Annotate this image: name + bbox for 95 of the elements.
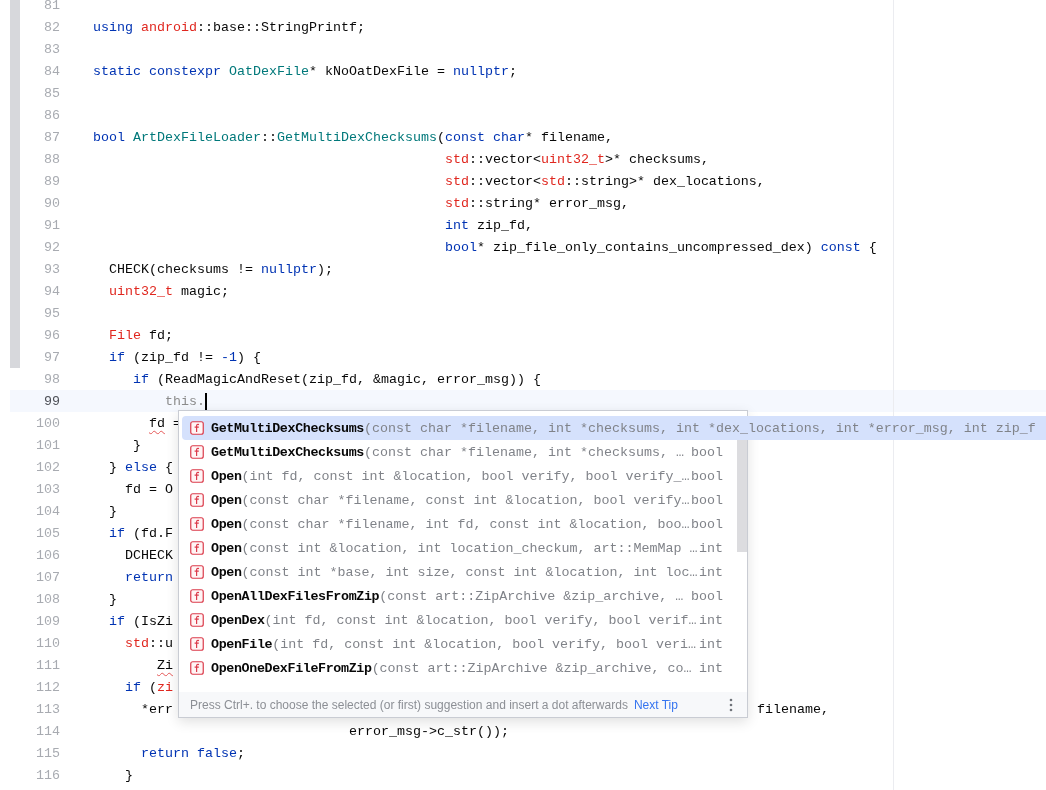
line-number: 88 (43, 151, 60, 167)
function-icon (190, 421, 204, 435)
line-number: 87 (43, 129, 60, 145)
code-line: } (124, 767, 133, 783)
code-line: } (108, 503, 117, 519)
code-line: return (124, 569, 173, 585)
code-line: bool ArtDexFileLoader::GetMultiDexChecksums(const char* filename, (93, 129, 613, 145)
change-marker (10, 0, 20, 16)
line-number: 99 (43, 393, 60, 409)
function-icon (190, 541, 204, 555)
line-number: 110 (35, 635, 60, 651)
line-number: 85 (43, 85, 60, 101)
line-number: 108 (35, 591, 60, 607)
line-number: 105 (35, 525, 60, 541)
code-line: CHECK(checksums != nullptr); (108, 261, 333, 277)
line-number: 81 (43, 0, 60, 13)
code-line: Zi (156, 657, 173, 673)
code-line: *err (140, 701, 173, 717)
code-line: this. (163, 393, 205, 409)
more-icon[interactable] (729, 697, 733, 712)
completion-item[interactable]: GetMultiDexChecksums(const char *filename, int *checksums, … bool (182, 440, 731, 464)
line-number: 96 (43, 327, 60, 343)
code-line: bool* zip_file_only_contains_uncompressed_dex) const { (443, 239, 877, 255)
line-number: 109 (35, 613, 60, 629)
completion-item[interactable]: OpenDex(int fd, const int &location, bool verify, bool verif… int (182, 608, 731, 632)
line-number: 112 (35, 679, 60, 695)
line-number: 103 (35, 481, 60, 497)
line-number: 100 (35, 415, 60, 431)
line-number: 114 (35, 723, 60, 739)
line-number: 113 (35, 701, 60, 717)
completion-item[interactable]: Open(const char *filename, const int &location, bool verify…bool (182, 488, 731, 512)
code-line: std::vector<uint32_t>* checksums, (443, 151, 709, 167)
line-number: 90 (43, 195, 60, 211)
line-number: 101 (35, 437, 60, 453)
line-number: 92 (43, 239, 60, 255)
function-icon (190, 637, 204, 651)
line-number: 83 (43, 41, 60, 57)
code-line: using android::base::StringPrintf; (93, 19, 365, 35)
line-number: 111 (35, 657, 60, 673)
code-line: } else { (108, 459, 173, 475)
line-number: 82 (43, 19, 60, 35)
code-line: std::u (124, 635, 173, 651)
line-number: 95 (43, 305, 60, 321)
code-line: static constexpr OatDexFile* kNoOatDexFile = nullptr; (93, 63, 517, 79)
function-icon (190, 565, 204, 579)
code-line: } (132, 437, 141, 453)
function-icon (190, 589, 204, 603)
completion-item[interactable]: Open(const char *filename, int fd, const int &location, boo…bool (182, 512, 731, 536)
function-icon (190, 445, 204, 459)
code-line: std::vector<std::string>* dex_locations, (443, 173, 765, 189)
line-number: 106 (35, 547, 60, 563)
line-number: 107 (35, 569, 60, 585)
code-line: uint32_t magic; (108, 283, 229, 299)
code-line: return false; (140, 745, 245, 761)
code-line: if (IsZi (108, 613, 173, 629)
next-tip-link[interactable]: Next Tip (633, 697, 678, 712)
line-number: 104 (35, 503, 60, 519)
code-line: filename, (757, 701, 829, 717)
line-number: 86 (43, 107, 60, 123)
function-icon (190, 613, 204, 627)
code-line: std::string* error_msg, (443, 195, 629, 211)
code-line: if (ReadMagicAndReset(zip_fd, &magic, error_msg)) { (132, 371, 541, 387)
completion-item[interactable]: GetMultiDexChecksums(const char *filename, int *checksums, int *dex_locations, int *error_msg, int zip_f (182, 416, 1046, 440)
completion-item[interactable]: Open(int fd, const int &location, bool verify, bool verify_…bool (182, 464, 731, 488)
change-marker (10, 346, 20, 368)
line-number: 102 (35, 459, 60, 475)
hint-text: Press Ctrl+. to choose the selected (or first) suggestion and insert a dot afterwards (190, 697, 628, 712)
line-number: 93 (43, 261, 60, 277)
function-icon (190, 517, 204, 531)
code-line: if (zi (124, 679, 173, 695)
code-line: File fd; (108, 327, 173, 343)
completion-item[interactable]: OpenAllDexFilesFromZip(const art::ZipArchive &zip_archive, … bool (182, 584, 731, 608)
line-number: 84 (43, 63, 60, 79)
function-icon (190, 493, 204, 507)
completion-item[interactable]: Open(const int *base, int size, const int &location, int loc…int (182, 560, 731, 584)
code-line: DCHECK (124, 547, 173, 563)
completion-item[interactable]: OpenFile(int fd, const int &location, bool verify, bool veri… int (182, 632, 731, 656)
line-number: 116 (35, 767, 60, 783)
line-number: 97 (43, 349, 60, 365)
function-icon (190, 469, 204, 483)
completion-item[interactable]: Open(const int &location, int location_checkum, art::MemMap …int (182, 536, 731, 560)
code-line: if (zip_fd != -1) { (108, 349, 261, 365)
line-number: 89 (43, 173, 60, 189)
code-line: if (fd.F (108, 525, 173, 541)
line-number: 91 (43, 217, 60, 233)
completion-item[interactable]: OpenOneDexFileFromZip(const art::ZipArchive &zip_archive, co… int (182, 656, 731, 680)
line-number: 94 (43, 283, 60, 299)
code-line: int zip_fd, (443, 217, 533, 233)
code-line: error_msg->c_str()); (347, 723, 509, 739)
code-line: } (108, 591, 117, 607)
function-icon (190, 661, 204, 675)
code-line: fd = O (124, 481, 173, 497)
line-number: 98 (43, 371, 60, 387)
line-number: 115 (35, 745, 60, 761)
scrollbar[interactable] (737, 440, 747, 552)
